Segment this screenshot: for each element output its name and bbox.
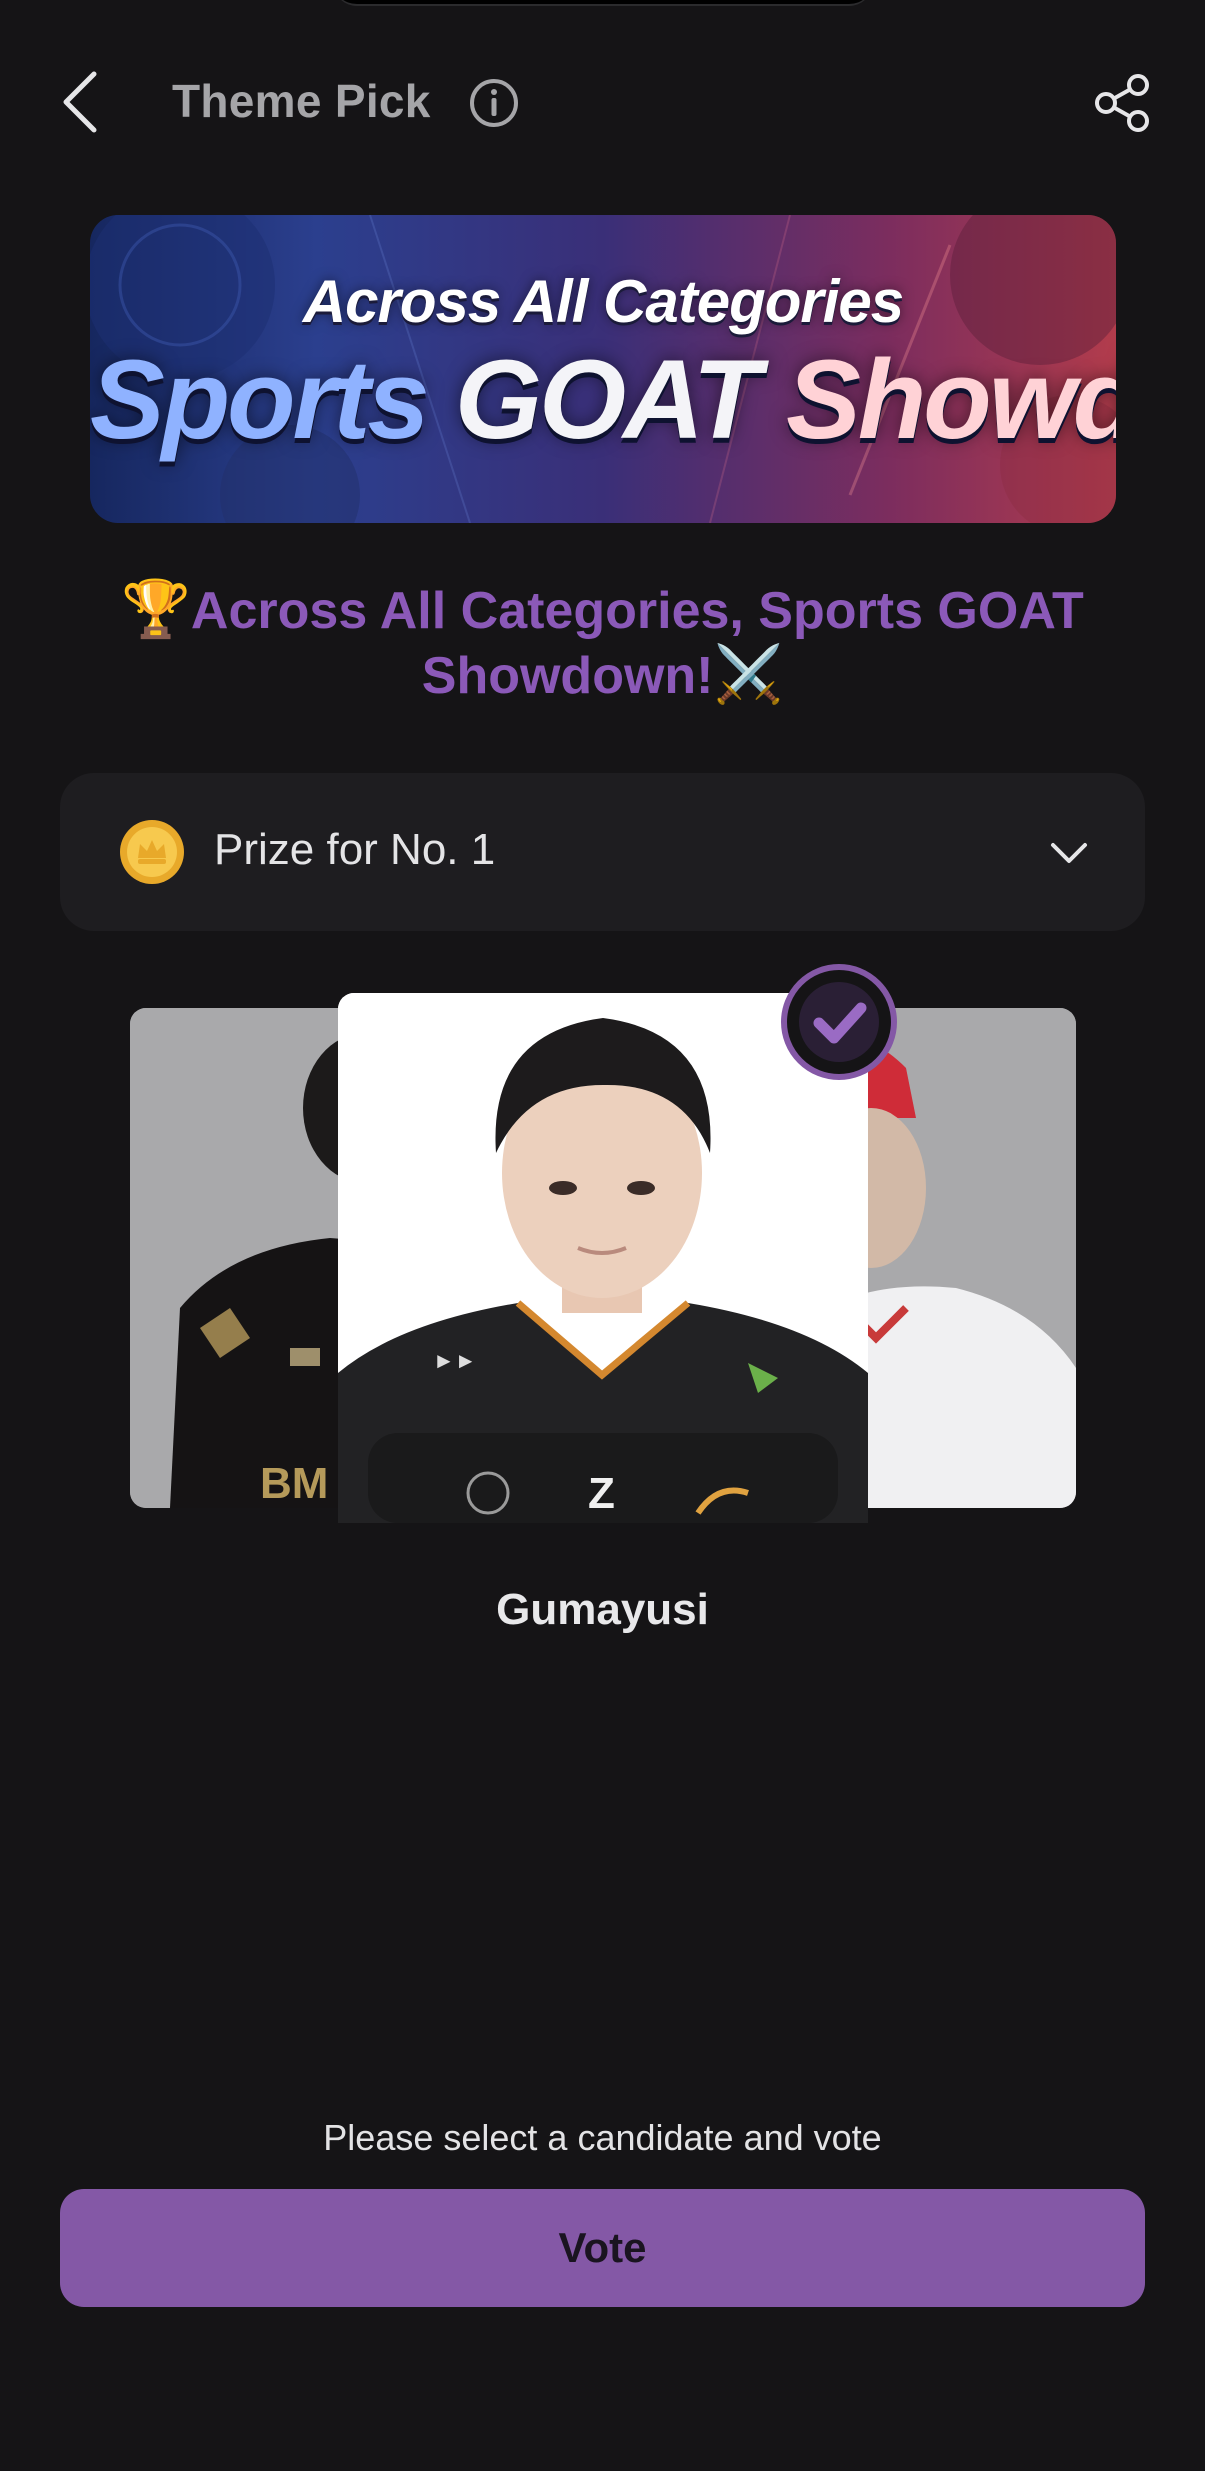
- banner-title-part3: Showdown!: [786, 337, 1116, 462]
- banner-title-part1: Sports: [90, 337, 430, 462]
- vote-hint: Please select a candidate and vote: [323, 2117, 882, 2158]
- chevron-down-icon: [1051, 843, 1087, 863]
- info-icon: [470, 79, 518, 127]
- headline-text: Across All Categories, Sports GOAT Showd…: [190, 582, 1084, 705]
- selected-check-icon[interactable]: [779, 962, 899, 1082]
- trophy-icon: 🏆: [121, 577, 191, 642]
- info-button[interactable]: [468, 77, 520, 129]
- svg-text:Z: Z: [588, 1469, 615, 1518]
- chevron-left-icon: [63, 71, 97, 133]
- page-title: Theme Pick: [172, 75, 431, 127]
- share-icon: [1095, 74, 1149, 132]
- vote-button[interactable]: Vote: [60, 2189, 1145, 2307]
- crossed-swords-icon: ⚔️: [713, 642, 784, 707]
- device-notch: [333, 0, 873, 6]
- banner-title: Sports GOAT Showdown!: [90, 335, 1116, 464]
- selected-candidate-name: Gumayusi: [496, 1585, 709, 1634]
- prize-dropdown[interactable]: Prize for No. 1: [60, 773, 1145, 931]
- svg-text:BM: BM: [260, 1459, 328, 1508]
- share-button[interactable]: [1092, 72, 1154, 134]
- event-banner: Across All Categories Sports GOAT Showdo…: [90, 215, 1116, 523]
- banner-title-part2: GOAT: [454, 337, 761, 462]
- svg-text:►►: ►►: [433, 1348, 477, 1373]
- prize-label: Prize for No. 1: [214, 825, 496, 874]
- banner-subtitle: Across All Categories: [302, 268, 904, 335]
- top-bar: Theme Pick: [0, 40, 1205, 160]
- back-button[interactable]: [52, 68, 112, 136]
- coin-icon: [120, 820, 184, 884]
- theme-headline: 🏆Across All Categories, Sports GOAT Show…: [80, 578, 1125, 708]
